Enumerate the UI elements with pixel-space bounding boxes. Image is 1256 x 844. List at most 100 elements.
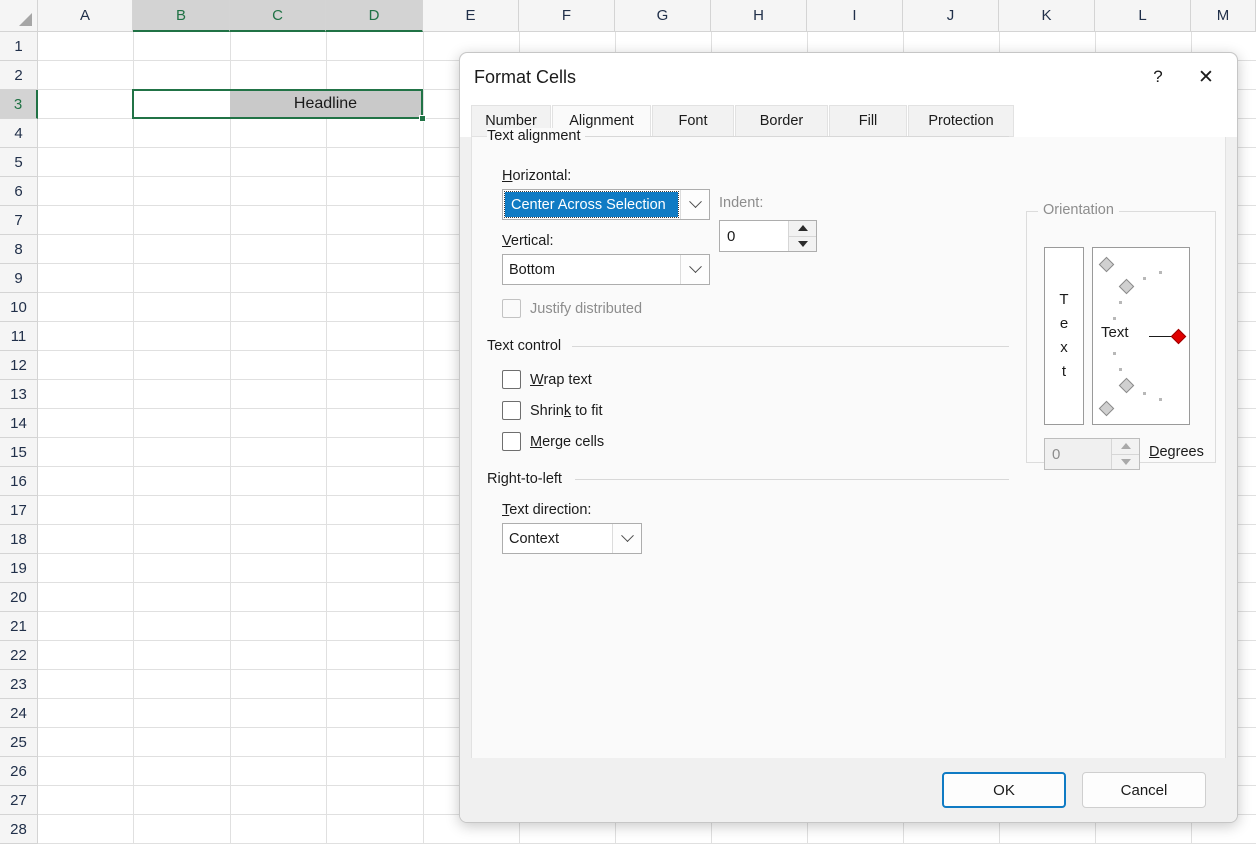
- wrap-text-checkbox[interactable]: Wrap text: [502, 370, 592, 389]
- column-header-K[interactable]: K: [999, 0, 1095, 32]
- fill-handle[interactable]: [419, 115, 426, 122]
- degrees-label: Degrees: [1149, 444, 1204, 460]
- column-header-label: H: [753, 7, 764, 24]
- row-header-label: 14: [10, 415, 27, 432]
- help-icon[interactable]: ?: [1135, 53, 1181, 101]
- column-header-B[interactable]: B: [133, 0, 230, 32]
- row-header-12[interactable]: 12: [0, 351, 38, 380]
- selection-rectangle: [132, 89, 423, 119]
- ok-button[interactable]: OK: [942, 772, 1066, 808]
- row-header-22[interactable]: 22: [0, 641, 38, 670]
- vertical-combobox[interactable]: Bottom: [502, 254, 710, 285]
- alignment-tab-panel: Text alignment Horizontal: Center Across…: [471, 137, 1226, 760]
- vertical-value: Bottom: [503, 255, 680, 284]
- row-header-5[interactable]: 5: [0, 148, 38, 177]
- grid-line-vertical: [326, 32, 327, 844]
- tab-label: Protection: [928, 113, 993, 129]
- merge-cells-checkbox[interactable]: Merge cells: [502, 432, 604, 451]
- row-header-13[interactable]: 13: [0, 380, 38, 409]
- orientation-marker-90[interactable]: [1098, 256, 1114, 272]
- column-header-A[interactable]: A: [38, 0, 133, 32]
- dial-text-label: Text: [1101, 324, 1129, 341]
- orientation-marker-45[interactable]: [1118, 279, 1134, 295]
- row-header-label: 4: [14, 125, 22, 142]
- row-header-26[interactable]: 26: [0, 757, 38, 786]
- row-header-9[interactable]: 9: [0, 264, 38, 293]
- text-alignment-group-rule: [585, 136, 1009, 137]
- indent-stepper[interactable]: 0: [719, 220, 817, 252]
- row-header-28[interactable]: 28: [0, 815, 38, 844]
- column-header-F[interactable]: F: [519, 0, 615, 32]
- chevron-down-icon[interactable]: [680, 255, 709, 284]
- column-header-label: J: [947, 7, 955, 24]
- row-header-6[interactable]: 6: [0, 177, 38, 206]
- row-header-19[interactable]: 19: [0, 554, 38, 583]
- orientation-tick-dot: [1119, 368, 1122, 371]
- column-header-D[interactable]: D: [326, 0, 423, 32]
- row-header-8[interactable]: 8: [0, 235, 38, 264]
- row-header-24[interactable]: 24: [0, 699, 38, 728]
- tab-fill[interactable]: Fill: [829, 105, 907, 137]
- orientation-marker--90[interactable]: [1098, 400, 1114, 416]
- select-all-corner[interactable]: [0, 0, 38, 32]
- checkbox-box[interactable]: [502, 370, 521, 389]
- row-header-label: 15: [10, 444, 27, 461]
- row-header-10[interactable]: 10: [0, 293, 38, 322]
- shrink-to-fit-checkbox[interactable]: Shrink to fit: [502, 401, 603, 420]
- row-header-4[interactable]: 4: [0, 119, 38, 148]
- row-header-14[interactable]: 14: [0, 409, 38, 438]
- row-header-15[interactable]: 15: [0, 438, 38, 467]
- row-header-11[interactable]: 11: [0, 322, 38, 351]
- tab-label: Number: [485, 113, 537, 129]
- column-header-C[interactable]: C: [230, 0, 326, 32]
- chevron-down-icon[interactable]: [612, 524, 641, 553]
- row-header-20[interactable]: 20: [0, 583, 38, 612]
- tab-border[interactable]: Border: [735, 105, 828, 137]
- orientation-dial[interactable]: Text: [1092, 247, 1190, 425]
- column-header-H[interactable]: H: [711, 0, 807, 32]
- orientation-group-label: Orientation: [1038, 202, 1119, 218]
- row-header-18[interactable]: 18: [0, 525, 38, 554]
- vertical-text-preview[interactable]: Text: [1044, 247, 1084, 425]
- checkbox-box[interactable]: [502, 432, 521, 451]
- row-header-17[interactable]: 17: [0, 496, 38, 525]
- column-header-I[interactable]: I: [807, 0, 903, 32]
- orientation-marker--45[interactable]: [1118, 378, 1134, 394]
- row-header-27[interactable]: 27: [0, 786, 38, 815]
- tab-font[interactable]: Font: [652, 105, 734, 137]
- row-header-label: 22: [10, 647, 27, 664]
- indent-label: Indent:: [719, 195, 763, 211]
- row-header-1[interactable]: 1: [0, 32, 38, 61]
- row-header-21[interactable]: 21: [0, 612, 38, 641]
- row-header-25[interactable]: 25: [0, 728, 38, 757]
- tab-protection[interactable]: Protection: [908, 105, 1014, 137]
- orientation-marker-selected[interactable]: [1170, 328, 1186, 344]
- column-header-J[interactable]: J: [903, 0, 999, 32]
- row-header-23[interactable]: 23: [0, 670, 38, 699]
- right-to-left-group-rule: [575, 479, 1009, 480]
- checkbox-box[interactable]: [502, 401, 521, 420]
- indent-increment-button[interactable]: [789, 221, 816, 237]
- column-header-label: B: [176, 7, 186, 24]
- wrap-text-label: Wrap text: [530, 372, 592, 388]
- row-header-16[interactable]: 16: [0, 467, 38, 496]
- chevron-down-icon[interactable]: [680, 190, 709, 219]
- right-to-left-group-label: Right-to-left: [487, 471, 568, 487]
- degrees-decrement-button: [1112, 455, 1139, 470]
- cancel-button[interactable]: Cancel: [1082, 772, 1206, 808]
- row-header-label: 6: [14, 183, 22, 200]
- horizontal-combobox[interactable]: Center Across Selection: [502, 189, 710, 220]
- row-header-2[interactable]: 2: [0, 61, 38, 90]
- column-header-M[interactable]: M: [1191, 0, 1256, 32]
- row-header-7[interactable]: 7: [0, 206, 38, 235]
- dialog-title: Format Cells: [474, 67, 576, 88]
- dialog-titlebar: Format Cells ? ✕: [460, 53, 1237, 105]
- close-icon[interactable]: ✕: [1183, 53, 1229, 101]
- column-header-E[interactable]: E: [423, 0, 519, 32]
- column-header-L[interactable]: L: [1095, 0, 1191, 32]
- row-header-3[interactable]: 3: [0, 90, 38, 119]
- column-header-G[interactable]: G: [615, 0, 711, 32]
- text-direction-combobox[interactable]: Context: [502, 523, 642, 554]
- indent-decrement-button[interactable]: [789, 237, 816, 252]
- shrink-to-fit-label: Shrink to fit: [530, 403, 603, 419]
